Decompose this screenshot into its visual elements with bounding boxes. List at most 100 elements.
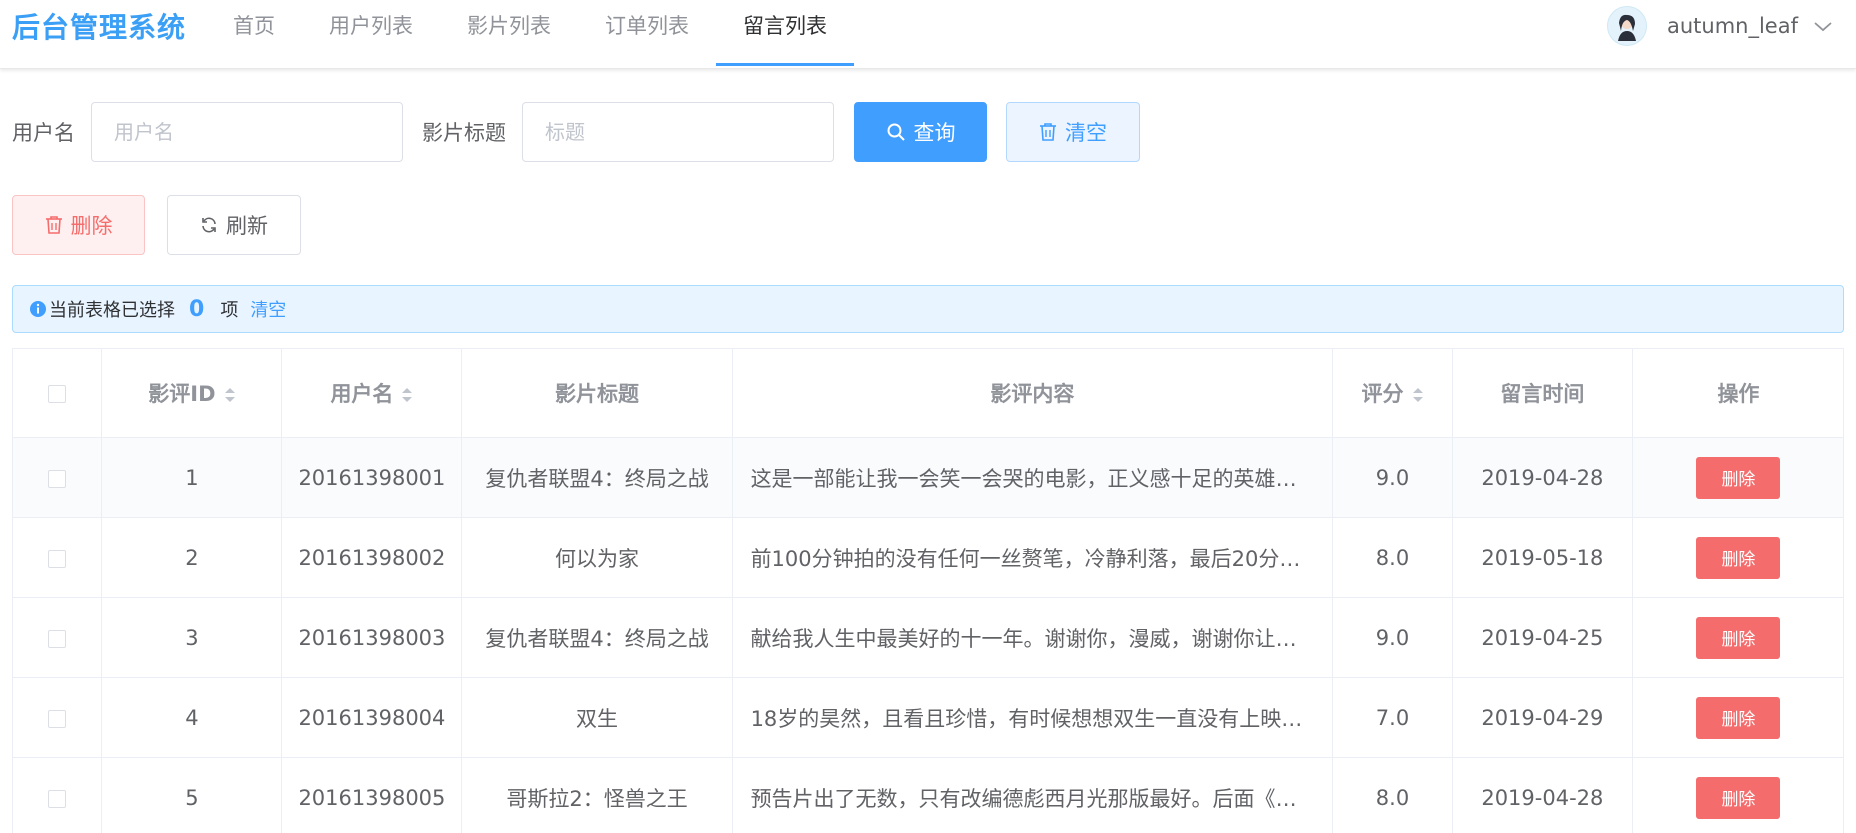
row-checkbox[interactable] [48, 709, 67, 728]
cell-score: 9.0 [1332, 597, 1453, 678]
refresh-button[interactable]: 刷新 [167, 195, 301, 255]
cell-username: 20161398004 [281, 677, 463, 758]
row-select-cell [13, 597, 103, 678]
table-row: 3 20161398003 复仇者联盟4：终局之战 献给我人生中最美好的十一年。… [13, 597, 1843, 678]
sort-caret-icon[interactable] [224, 386, 236, 404]
cell-username: 20161398005 [281, 757, 463, 833]
column-header-label: 影评ID [148, 382, 216, 406]
column-header-score[interactable]: 评分 [1332, 349, 1453, 438]
column-header-label: 留言时间 [1500, 382, 1585, 406]
cell-score: 7.0 [1332, 677, 1453, 758]
cell-content: 18岁的昊然，且看且珍惜，有时候想想双生一直没有上映也挺好的 [732, 677, 1334, 758]
row-checkbox[interactable] [48, 789, 67, 808]
cell-date: 2019-05-18 [1452, 517, 1633, 598]
column-header-label: 影评内容 [990, 382, 1075, 406]
row-delete-button[interactable]: 删除 [1696, 696, 1781, 739]
nav-item-comments[interactable]: 留言列表 [716, 0, 854, 66]
table-header-row: 影评ID 用户名 影片标题 影评内容 评分 留言时间 操作 [13, 349, 1843, 438]
chevron-down-icon[interactable] [1812, 15, 1834, 37]
cell-date: 2019-04-29 [1452, 677, 1633, 758]
selection-suffix: 项 [220, 300, 239, 321]
info-icon [30, 301, 46, 317]
table-row: 2 20161398002 何以为家 前100分钟拍的没有任何一丝赘笔，冷静利落… [13, 517, 1843, 598]
column-header-content: 影评内容 [732, 349, 1334, 438]
cell-date: 2019-04-28 [1452, 437, 1633, 518]
sort-caret-icon[interactable] [401, 386, 413, 404]
column-header-film-title: 影片标题 [461, 349, 733, 438]
cell-id: 4 [101, 677, 283, 758]
sort-caret-icon[interactable] [1412, 386, 1424, 404]
selection-alert: 当前表格已选择 0 项 清空 [12, 285, 1844, 333]
row-select-cell [13, 757, 103, 833]
user-menu[interactable]: autumn_leaf [1606, 6, 1834, 46]
column-header-id[interactable]: 影评ID [101, 349, 283, 438]
cell-date: 2019-04-28 [1452, 757, 1633, 833]
cell-content: 献给我人生中最美好的十一年。谢谢你，漫威，谢谢你让我们相信英雄的存在 [732, 597, 1334, 678]
batch-delete-button[interactable]: 删除 [12, 195, 145, 255]
cell-id: 3 [101, 597, 283, 678]
cell-film-title: 双生 [461, 677, 733, 758]
row-delete-button[interactable]: 删除 [1696, 536, 1781, 579]
row-checkbox[interactable] [48, 549, 67, 568]
refresh-icon [202, 217, 216, 233]
row-delete-button[interactable]: 删除 [1696, 456, 1781, 499]
row-checkbox[interactable] [48, 629, 67, 648]
row-delete-button[interactable]: 删除 [1696, 776, 1781, 819]
cell-date: 2019-04-25 [1452, 597, 1633, 678]
nav-item-orders[interactable]: 订单列表 [578, 0, 716, 66]
batch-delete-label: 删除 [70, 214, 113, 238]
cell-id: 5 [101, 757, 283, 833]
row-select-cell [13, 677, 103, 758]
cell-username: 20161398001 [281, 437, 463, 518]
clear-search-label: 清空 [1065, 121, 1107, 145]
app-logo: 后台管理系统 [12, 11, 187, 44]
comments-table: 影评ID 用户名 影片标题 影评内容 评分 留言时间 操作 1 20161398… [12, 348, 1844, 833]
cell-score: 8.0 [1332, 517, 1453, 598]
row-select-cell [13, 437, 103, 518]
column-header-label: 评分 [1361, 382, 1404, 406]
cell-actions: 删除 [1632, 437, 1843, 518]
selection-count: 0 [189, 296, 205, 322]
title-search-input[interactable] [522, 102, 834, 162]
cell-actions: 删除 [1632, 757, 1843, 833]
query-button-label: 查询 [913, 121, 956, 145]
table-toolbar: 删除 刷新 [12, 195, 301, 255]
nav-item-films[interactable]: 影片列表 [440, 0, 578, 66]
cell-actions: 删除 [1632, 597, 1843, 678]
cell-actions: 删除 [1632, 517, 1843, 598]
clear-search-button[interactable]: 清空 [1006, 102, 1140, 162]
table-row: 1 20161398001 复仇者联盟4：终局之战 这是一部能让我一会笑一会哭的… [13, 437, 1843, 518]
top-header: 后台管理系统 首页 用户列表 影片列表 订单列表 留言列表 autumn_lea… [0, 0, 1856, 69]
cell-film-title: 何以为家 [461, 517, 733, 598]
row-delete-button[interactable]: 删除 [1696, 616, 1781, 659]
username-label[interactable]: autumn_leaf [1667, 14, 1798, 38]
avatar[interactable] [1606, 6, 1647, 46]
cell-username: 20161398002 [281, 517, 463, 598]
table-row: 4 20161398004 双生 18岁的昊然，且看且珍惜，有时候想想双生一直没… [13, 677, 1843, 758]
cell-score: 9.0 [1332, 437, 1453, 518]
select-all-checkbox[interactable] [48, 385, 67, 403]
query-button[interactable]: 查询 [854, 102, 987, 162]
username-search-input[interactable] [91, 102, 403, 162]
cell-film-title: 哥斯拉2：怪兽之王 [461, 757, 733, 833]
column-header-username[interactable]: 用户名 [281, 349, 463, 438]
trash-icon [45, 216, 62, 234]
row-checkbox[interactable] [48, 469, 67, 488]
cell-content: 前100分钟拍的没有任何一丝赘笔，冷静利落，最后20分钟的情感爆发让人动容 [732, 517, 1334, 598]
username-field-label: 用户名 [12, 121, 75, 145]
clear-selection-link[interactable]: 清空 [250, 296, 286, 322]
cell-film-title: 复仇者联盟4：终局之战 [461, 597, 733, 678]
column-header-actions: 操作 [1632, 349, 1843, 438]
refresh-label: 刷新 [226, 214, 268, 238]
search-form: 用户名 影片标题 查询 清空 [12, 102, 1140, 162]
trash-icon [1040, 123, 1056, 141]
selection-prefix: 当前表格已选择 [49, 300, 175, 321]
cell-content: 预告片出了无数，只有改编德彪西月光那版最好。后面《我们的怪兽之王》 [732, 757, 1334, 833]
nav-item-home[interactable]: 首页 [206, 0, 302, 66]
nav-item-users[interactable]: 用户列表 [302, 0, 440, 66]
cell-content: 这是一部能让我一会笑一会哭的电影，正义感十足的英雄不少，也有许多让人难忘的场景 [732, 437, 1334, 518]
main-nav: 首页 用户列表 影片列表 订单列表 留言列表 [206, 0, 854, 68]
title-field-label: 影片标题 [422, 121, 506, 145]
cell-score: 8.0 [1332, 757, 1453, 833]
column-header-date: 留言时间 [1452, 349, 1633, 438]
